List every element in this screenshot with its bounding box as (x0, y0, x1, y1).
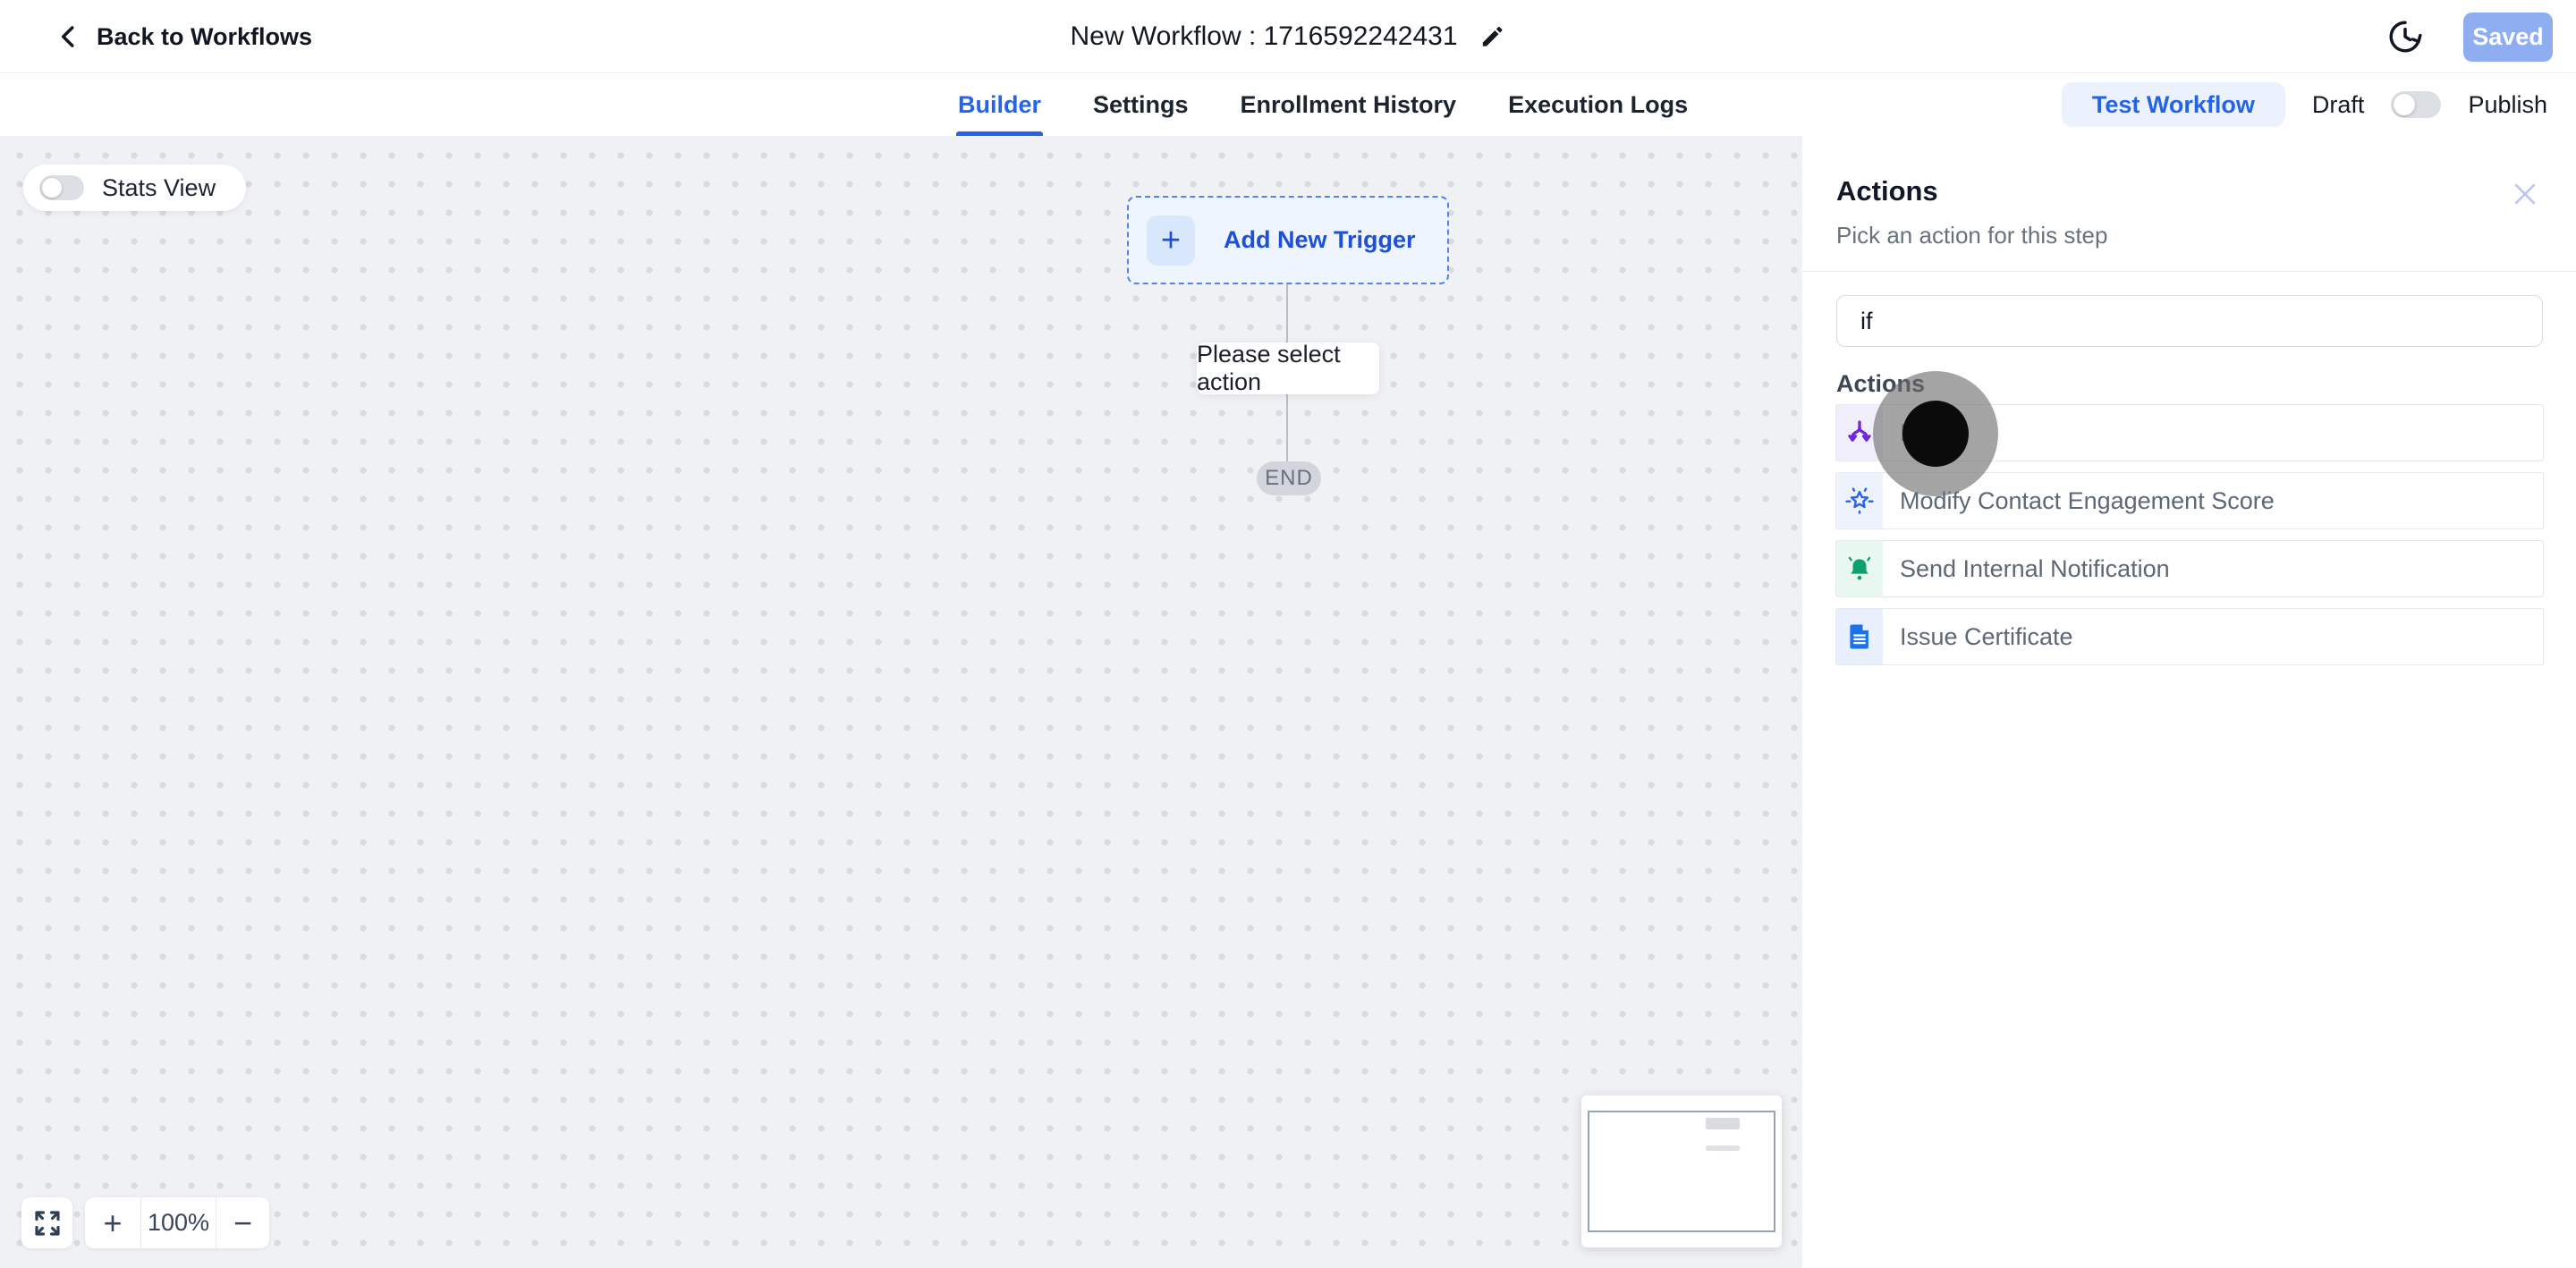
action-item-label: Modify Contact Engagement Score (1900, 486, 2275, 514)
tabbar-right-controls: Test Workflow Draft Publish (2061, 73, 2547, 136)
top-right-controls: Saved (2386, 0, 2553, 73)
action-item-label: Issue Certificate (1900, 622, 2073, 650)
select-action-tooltip: Please select action (1197, 341, 1379, 395)
action-list: If/Else Modify Contact Engagement Score Se… (1835, 404, 2544, 676)
action-item-if-else[interactable]: If/Else (1835, 404, 2544, 461)
minimap-end-node (1706, 1145, 1740, 1151)
close-panel-button[interactable] (2510, 179, 2540, 209)
zoom-in-button[interactable]: + (85, 1197, 140, 1248)
fit-to-screen-button[interactable] (21, 1197, 72, 1248)
tab-execution-logs[interactable]: Execution Logs (1506, 73, 1690, 136)
back-label: Back to Workflows (97, 22, 313, 50)
close-icon (2514, 183, 2536, 205)
tab-bar: Builder Settings Enrollment History Executi… (0, 73, 2576, 136)
expand-icon (34, 1210, 60, 1236)
publish-toggle[interactable] (2391, 91, 2442, 118)
zoom-controls: + 100% − (85, 1197, 269, 1248)
zoom-level: 100% (140, 1197, 216, 1248)
action-item-send-internal-notification[interactable]: Send Internal Notification (1835, 540, 2544, 597)
stats-view-toggle[interactable] (39, 175, 84, 200)
panel-divider (1802, 271, 2576, 272)
minimap[interactable] (1581, 1095, 1782, 1247)
certificate-icon (1836, 609, 1883, 664)
draft-label: Draft (2311, 90, 2365, 118)
stats-view-label: Stats View (102, 173, 216, 201)
add-trigger-label: Add New Trigger (1224, 226, 1416, 253)
end-node: END (1257, 461, 1321, 495)
back-to-workflows-button[interactable]: Back to Workflows (55, 0, 312, 73)
tab-settings[interactable]: Settings (1091, 73, 1191, 136)
sparkle-icon (1836, 473, 1883, 528)
edit-title-pencil-icon[interactable] (1479, 23, 1506, 50)
workflow-canvas[interactable]: Stats View + Add New Trigger Please sele… (0, 136, 1802, 1268)
minimap-trigger-node (1706, 1118, 1740, 1129)
title-wrap: New Workflow : 1716592242431 (1070, 0, 1505, 73)
add-new-trigger-node[interactable]: + Add New Trigger (1127, 196, 1449, 284)
action-item-issue-certificate[interactable]: Issue Certificate (1835, 608, 2544, 665)
tab-enrollment-history[interactable]: Enrollment History (1239, 73, 1459, 136)
action-search-input[interactable] (1836, 295, 2543, 347)
publish-label: Publish (2468, 90, 2547, 118)
panel-subtitle: Pick an action for this step (1836, 222, 2108, 249)
top-bar: Back to Workflows New Workflow : 1716592… (0, 0, 2576, 73)
stats-view-pill: Stats View (23, 165, 247, 211)
plus-icon: + (1147, 215, 1195, 266)
zoom-out-button[interactable]: − (216, 1197, 269, 1248)
actions-section-label: Actions (1836, 370, 1926, 397)
tab-builder[interactable]: Builder (956, 73, 1044, 136)
saved-button[interactable]: Saved (2463, 12, 2553, 62)
action-item-label: If/Else (1900, 418, 1968, 446)
tabs-group: Builder Settings Enrollment History Executi… (956, 73, 1690, 136)
test-workflow-button[interactable]: Test Workflow (2061, 82, 2285, 127)
chevron-left-icon (62, 26, 74, 47)
workflow-builder-app: Back to Workflows New Workflow : 1716592… (0, 0, 2576, 1268)
panel-title: Actions (1836, 175, 1938, 207)
minimap-viewport (1588, 1111, 1775, 1232)
actions-panel: Actions Pick an action for this step Act… (1802, 136, 2576, 1268)
version-history-clock-icon[interactable] (2386, 18, 2424, 55)
bell-icon (1836, 541, 1883, 596)
page-title: New Workflow : 1716592242431 (1070, 21, 1458, 51)
branch-icon (1836, 405, 1883, 461)
action-item-modify-contact-engagement-score[interactable]: Modify Contact Engagement Score (1835, 472, 2544, 529)
action-item-label: Send Internal Notification (1900, 554, 2170, 582)
